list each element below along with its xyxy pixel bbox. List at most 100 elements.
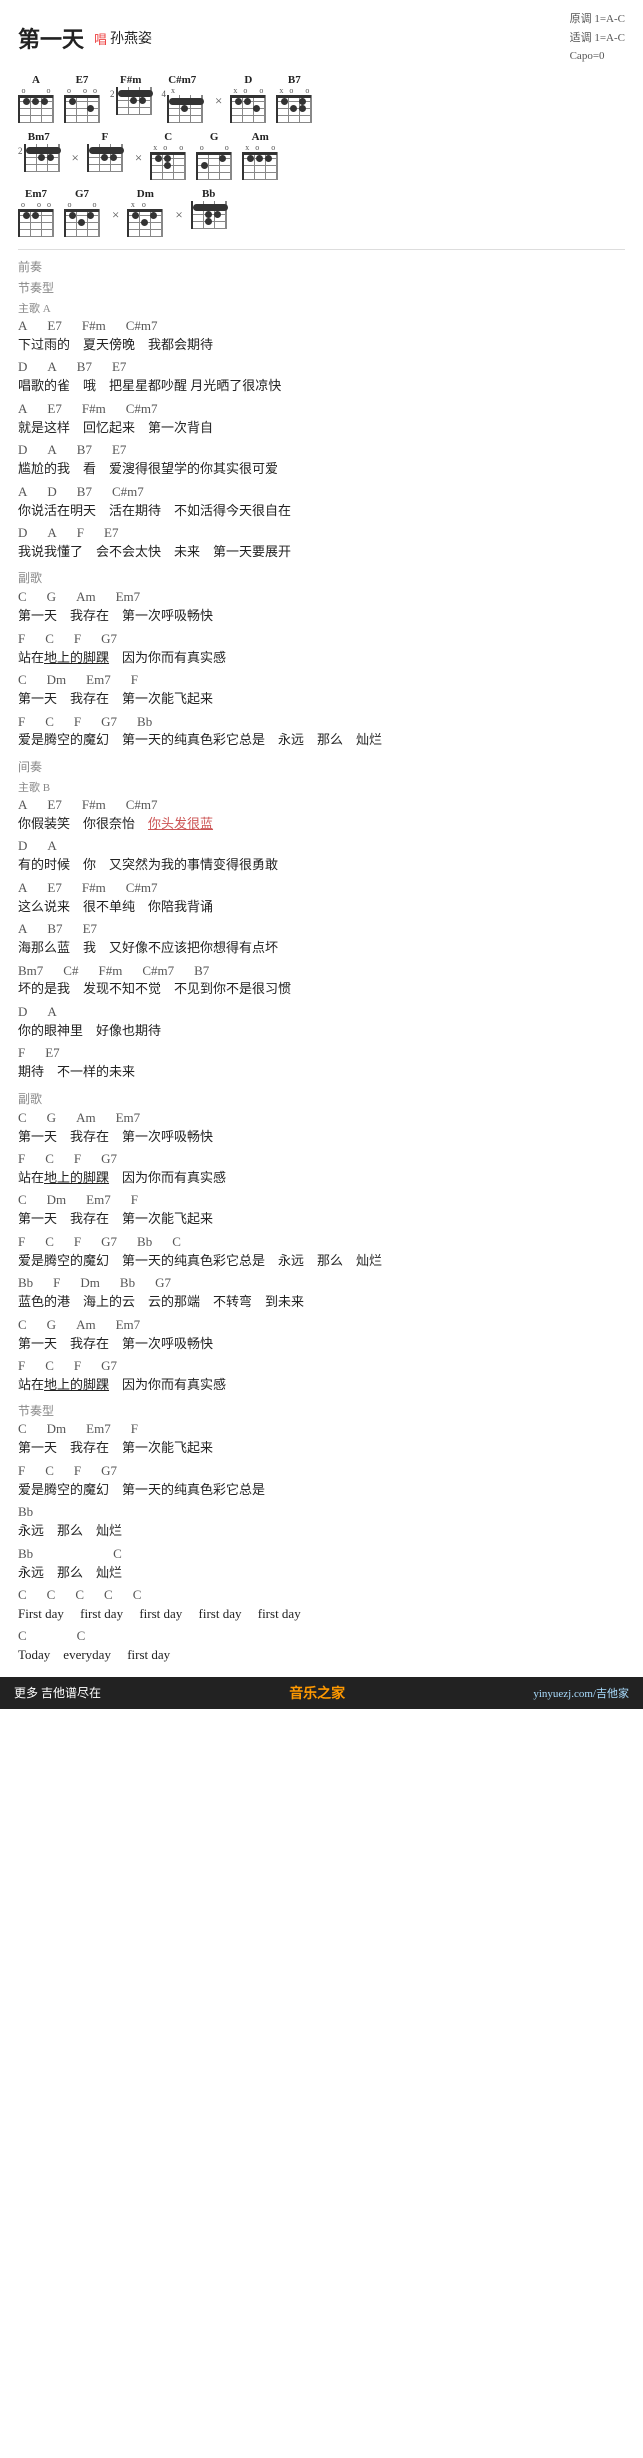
chord-Csm7: C#m7 4 x (162, 74, 204, 123)
chords-30: C C (18, 1628, 625, 1645)
lyric-27: 永远 那么 灿烂 (18, 1521, 625, 1541)
chord-row-2: Bm7 2 × F (18, 131, 625, 184)
lyric-25: 第一天 我存在 第一次能飞起来 (18, 1438, 625, 1458)
lyric-22: 蓝色的港 海上的云 云的那端 不转弯 到未来 (18, 1292, 625, 1312)
chord-Em7: Em7 ooo (18, 188, 54, 237)
block-25: C Dm Em7 F 第一天 我存在 第一次能飞起来 (18, 1421, 625, 1457)
lyric-15: 坏的是我 发现不知不觉 不见到你不是很习惯 (18, 979, 625, 999)
block-1: A E7 F#m C#m7 下过雨的 夏天傍晚 我都会期待 (18, 318, 625, 354)
label-chorus-2: 副歌 (18, 1090, 625, 1107)
lyric-10: 爱是腾空的魔幻 第一天的纯真色彩它总是 永远 那么 灿烂 (18, 730, 625, 750)
block-17: F E7 期待 不一样的未来 (18, 1045, 625, 1081)
lyric-19: 站在地上的脚踝 因为你而有真实感 (18, 1168, 625, 1188)
x-label-2: × (72, 150, 79, 166)
chord-Bb: Bb (191, 188, 227, 229)
lyric-24: 站在地上的脚踝 因为你而有真实感 (18, 1375, 625, 1395)
chords-12: D A (18, 838, 625, 855)
chord-F: F (87, 131, 123, 172)
page: 第一天 唱 孙燕姿 原调 1=A-C 适调 1=A-C Capo=0 A oo (0, 0, 643, 1665)
meta-box: 原调 1=A-C 适调 1=A-C Capo=0 (570, 10, 625, 66)
footer: 更多 吉他谱尽在 音乐之家 yinyuezj.com/吉他家 (0, 1677, 643, 1709)
divider-1 (18, 249, 625, 250)
block-29: C C C C C First day first day first day … (18, 1587, 625, 1623)
block-24: F C F G7 站在地上的脚踝 因为你而有真实感 (18, 1358, 625, 1394)
chords-6: D A F E7 (18, 525, 625, 542)
chord-Am: Am xoo (242, 131, 278, 180)
block-9: C Dm Em7 F 第一天 我存在 第一次能飞起来 (18, 672, 625, 708)
chords-23: C G Am Em7 (18, 1317, 625, 1334)
block-19: F C F G7 站在地上的脚踝 因为你而有真实感 (18, 1151, 625, 1187)
singer-icon: 唱 (94, 29, 107, 48)
block-18: C G Am Em7 第一天 我存在 第一次呼吸畅快 (18, 1110, 625, 1146)
chord-G7: G7 oo (64, 188, 100, 237)
chord-D: D xoo (230, 74, 266, 123)
x-label-4: × (112, 207, 119, 223)
singer-name: 孙燕姿 (110, 28, 152, 48)
footer-brand[interactable]: 音乐之家 (289, 1683, 345, 1703)
lyric-12: 有的时候 你 又突然为我的事情变得很勇敢 (18, 855, 625, 875)
lyric-9: 第一天 我存在 第一次能飞起来 (18, 689, 625, 709)
chord-Fsm: F#m 2 (110, 74, 152, 115)
footer-url[interactable]: yinyuezj.com/吉他家 (533, 1685, 629, 1701)
block-21: F C F G7 Bb C 爱是腾空的魔幻 第一天的纯真色彩它总是 永远 那么 … (18, 1234, 625, 1270)
chords-14: A B7 E7 (18, 921, 625, 938)
lyric-26: 爱是腾空的魔幻 第一天的纯真色彩它总是 (18, 1480, 625, 1500)
chords-16: D A (18, 1004, 625, 1021)
chord-E7: E7 ooo (64, 74, 100, 123)
label-verse-a: 主歌 A (18, 300, 625, 316)
lyric-7: 第一天 我存在 第一次呼吸畅快 (18, 606, 625, 626)
block-20: C Dm Em7 F 第一天 我存在 第一次能飞起来 (18, 1192, 625, 1228)
block-12: D A 有的时候 你 又突然为我的事情变得很勇敢 (18, 838, 625, 874)
chords-22: Bb F Dm Bb G7 (18, 1275, 625, 1292)
block-14: A B7 E7 海那么蓝 我 又好像不应该把你想得有点坏 (18, 921, 625, 957)
chords-11: A E7 F#m C#m7 (18, 797, 625, 814)
label-verse-b: 主歌 B (18, 779, 625, 795)
block-22: Bb F Dm Bb G7 蓝色的港 海上的云 云的那端 不转弯 到未来 (18, 1275, 625, 1311)
footer-left-text: 更多 吉他谱尽在 (14, 1684, 101, 1701)
lyric-20: 第一天 我存在 第一次能飞起来 (18, 1209, 625, 1229)
block-2: D A B7 E7 唱歌的雀 哦 把星星都吵醒 月光晒了很凉快 (18, 359, 625, 395)
block-8: F C F G7 站在地上的脚踝 因为你而有真实感 (18, 631, 625, 667)
chords-10: F C F G7 Bb (18, 714, 625, 731)
chords-3: A E7 F#m C#m7 (18, 401, 625, 418)
lyric-16: 你的眼神里 好像也期待 (18, 1021, 625, 1041)
x-label-5: × (175, 207, 182, 223)
x-label-3: × (135, 150, 142, 166)
lyric-13: 这么说来 很不单纯 你陪我背诵 (18, 897, 625, 917)
block-26: F C F G7 爱是腾空的魔幻 第一天的纯真色彩它总是 (18, 1463, 625, 1499)
lyric-4: 尴尬的我 看 爱溲得很望学的你其实很可爱 (18, 459, 625, 479)
chord-G: G oo (196, 131, 232, 180)
chords-2: D A B7 E7 (18, 359, 625, 376)
chord-row-3: Em7 ooo G7 oo (18, 188, 625, 241)
lyric-18: 第一天 我存在 第一次呼吸畅快 (18, 1127, 625, 1147)
chords-5: A D B7 C#m7 (18, 484, 625, 501)
chords-28: Bb C (18, 1546, 625, 1563)
chord-Bm7: Bm7 2 (18, 131, 60, 172)
chords-4: D A B7 E7 (18, 442, 625, 459)
label-rhythm1: 节奏型 (18, 279, 625, 296)
chords-20: C Dm Em7 F (18, 1192, 625, 1209)
lyric-14: 海那么蓝 我 又好像不应该把你想得有点坏 (18, 938, 625, 958)
chord-row-1: A oo E7 ooo (18, 74, 625, 127)
label-interlude: 间奏 (18, 758, 625, 775)
block-13: A E7 F#m C#m7 这么说来 很不单纯 你陪我背诵 (18, 880, 625, 916)
block-23: C G Am Em7 第一天 我存在 第一次呼吸畅快 (18, 1317, 625, 1353)
header: 第一天 唱 孙燕姿 原调 1=A-C 适调 1=A-C Capo=0 (18, 10, 625, 66)
chords-8: F C F G7 (18, 631, 625, 648)
block-28: Bb C 永远 那么 灿烂 (18, 1546, 625, 1582)
block-11: A E7 F#m C#m7 你假装笑 你很奈怡 你头发很蓝 (18, 797, 625, 833)
block-30: C C Today everyday first day (18, 1628, 625, 1664)
chords-1: A E7 F#m C#m7 (18, 318, 625, 335)
meta-yuediao: 原调 1=A-C (570, 10, 625, 29)
lyric-30: Today everyday first day (18, 1645, 625, 1665)
block-6: D A F E7 我说我懂了 会不会太快 未来 第一天要展开 (18, 525, 625, 561)
lyric-28: 永远 那么 灿烂 (18, 1563, 625, 1583)
lyric-21: 爱是腾空的魔幻 第一天的纯真色彩它总是 永远 那么 灿烂 (18, 1251, 625, 1271)
lyric-1: 下过雨的 夏天傍晚 我都会期待 (18, 335, 625, 355)
block-27: Bb 永远 那么 灿烂 (18, 1504, 625, 1540)
chord-A: A oo (18, 74, 54, 123)
meta-shiyong: 适调 1=A-C (570, 29, 625, 48)
singer-area: 唱 孙燕姿 (94, 28, 152, 48)
chords-29: C C C C C (18, 1587, 625, 1604)
label-rhythm2: 节奏型 (18, 1402, 625, 1419)
